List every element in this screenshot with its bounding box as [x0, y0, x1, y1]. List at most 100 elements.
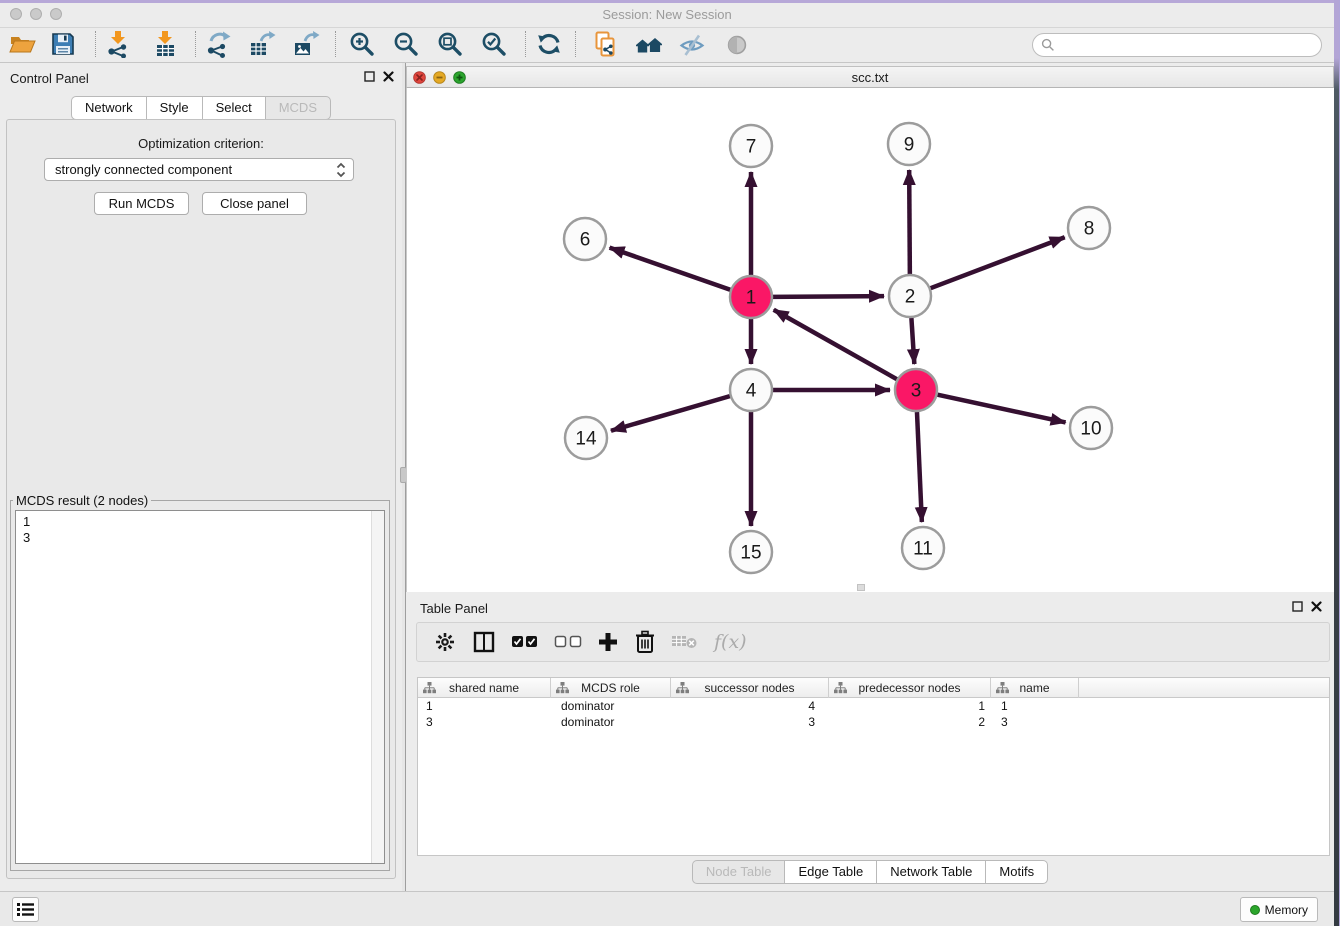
- graph-edge-3-11[interactable]: [917, 412, 922, 522]
- graph-edge-4-14[interactable]: [611, 396, 730, 431]
- application-window: Session: New Session: [0, 0, 1340, 926]
- graph-edge-2-9[interactable]: [909, 170, 910, 274]
- main-toolbar: [0, 28, 1334, 63]
- column-header-successor-nodes[interactable]: successor nodes: [671, 678, 829, 698]
- tab-style[interactable]: Style: [146, 96, 202, 120]
- float-table-panel-icon[interactable]: [1292, 601, 1303, 612]
- graph-edge-2-8[interactable]: [931, 237, 1065, 288]
- import-table-icon[interactable]: [151, 30, 179, 58]
- graph-node-8[interactable]: 8: [1068, 207, 1110, 249]
- graph-node-7[interactable]: 7: [730, 125, 772, 167]
- tab-edge-table[interactable]: Edge Table: [784, 860, 876, 884]
- tab-network-table[interactable]: Network Table: [876, 860, 985, 884]
- tab-select[interactable]: Select: [202, 96, 265, 120]
- node-table: shared name MCDS rolesuccessor nodes prede…: [417, 677, 1330, 856]
- add-column-icon[interactable]: [597, 628, 619, 656]
- close-table-panel-icon[interactable]: [1311, 601, 1322, 612]
- zoom-selected-icon[interactable]: [480, 30, 508, 58]
- table-row[interactable]: 1dominator411: [418, 698, 1329, 714]
- table-cell[interactable]: 1: [991, 698, 1079, 714]
- optimization-criterion-select[interactable]: strongly connected component: [44, 158, 354, 181]
- refresh-icon[interactable]: [535, 30, 563, 58]
- graph-edge-1-6[interactable]: [610, 248, 731, 290]
- column-header-label: predecessor nodes: [858, 681, 960, 695]
- float-panel-icon[interactable]: [364, 71, 375, 82]
- table-cell[interactable]: 3: [418, 714, 551, 730]
- graph-node-label: 8: [1084, 219, 1095, 240]
- result-scrollbar[interactable]: [371, 511, 384, 863]
- column-header-label: shared name: [449, 681, 519, 695]
- delete-table-icon[interactable]: [671, 628, 699, 656]
- task-history-button[interactable]: [12, 897, 39, 922]
- graph-node-14[interactable]: 14: [565, 417, 607, 459]
- import-network-icon[interactable]: [104, 30, 132, 58]
- tab-network[interactable]: Network: [71, 96, 146, 120]
- graph-node-10[interactable]: 10: [1070, 407, 1112, 449]
- table-cell[interactable]: 1: [418, 698, 551, 714]
- graph-node-2[interactable]: 2: [889, 275, 931, 317]
- canvas-resize-handle[interactable]: [857, 584, 865, 591]
- control-panel: Control Panel NetworkStyleSelectMCDS Opt…: [0, 63, 402, 891]
- graph-edge-3-1[interactable]: [774, 310, 897, 379]
- graph-node-3[interactable]: 3: [895, 369, 937, 411]
- export-table-icon[interactable]: [248, 30, 276, 58]
- open-folder-icon[interactable]: [8, 30, 36, 58]
- home-icon[interactable]: [635, 30, 663, 58]
- network-graph[interactable]: 7 9 6 8 1 2 4 3 14 10 15 11: [407, 88, 1335, 592]
- save-icon[interactable]: [49, 30, 77, 58]
- graph-node-11[interactable]: 11: [902, 527, 944, 569]
- memory-button[interactable]: Memory: [1240, 897, 1318, 922]
- zoom-fit-icon[interactable]: [436, 30, 464, 58]
- graph-node-6[interactable]: 6: [564, 218, 606, 260]
- graph-edge-3-10[interactable]: [937, 395, 1065, 423]
- search-box[interactable]: [1032, 33, 1322, 57]
- network-canvas[interactable]: 7 9 6 8 1 2 4 3 14 10 15 11: [406, 88, 1334, 592]
- close-panel-icon[interactable]: [383, 71, 394, 82]
- graph-node-label: 1: [746, 288, 757, 309]
- memory-label: Memory: [1265, 903, 1308, 917]
- network-window-titlebar[interactable]: scc.txt: [406, 66, 1334, 88]
- column-header-shared-name[interactable]: shared name: [418, 678, 551, 698]
- function-builder-icon[interactable]: f(x): [714, 628, 747, 656]
- table-cell[interactable]: 3: [991, 714, 1079, 730]
- table-cell[interactable]: 2: [829, 714, 991, 730]
- tab-node-table[interactable]: Node Table: [692, 860, 785, 884]
- graph-node-1[interactable]: 1: [730, 276, 772, 318]
- mcds-result-box[interactable]: 1 3: [15, 510, 385, 864]
- clone-network-icon[interactable]: [592, 30, 620, 58]
- table-cell[interactable]: dominator: [551, 714, 671, 730]
- hide-details-icon[interactable]: [678, 30, 706, 58]
- window-title: Session: New Session: [0, 7, 1334, 22]
- table-cell[interactable]: dominator: [551, 698, 671, 714]
- show-details-icon[interactable]: [723, 30, 751, 58]
- split-panel-icon[interactable]: [472, 628, 496, 656]
- table-cell[interactable]: 3: [671, 714, 829, 730]
- table-body: 1dominator4113dominator323: [418, 698, 1329, 730]
- gear-icon[interactable]: [433, 628, 457, 656]
- select-all-icon[interactable]: [511, 628, 539, 656]
- table-cell[interactable]: 1: [829, 698, 991, 714]
- zoom-out-icon[interactable]: [392, 30, 420, 58]
- graph-node-4[interactable]: 4: [730, 369, 772, 411]
- graph-node-15[interactable]: 15: [730, 531, 772, 573]
- graph-edge-1-2[interactable]: [773, 296, 884, 297]
- export-network-icon[interactable]: [204, 30, 232, 58]
- column-header-name[interactable]: name: [991, 678, 1079, 698]
- desktop-edge-right: [1334, 0, 1340, 926]
- tab-mcds[interactable]: MCDS: [265, 96, 331, 120]
- delete-column-icon[interactable]: [634, 628, 656, 656]
- graph-node-9[interactable]: 9: [888, 123, 930, 165]
- zoom-in-icon[interactable]: [348, 30, 376, 58]
- graph-node-label: 10: [1080, 419, 1101, 440]
- graph-edge-2-3[interactable]: [911, 318, 914, 364]
- deselect-all-icon[interactable]: [554, 628, 582, 656]
- column-header-predecessor-nodes[interactable]: predecessor nodes: [829, 678, 991, 698]
- export-image-icon[interactable]: [292, 30, 320, 58]
- tab-motifs[interactable]: Motifs: [985, 860, 1048, 884]
- table-row[interactable]: 3dominator323: [418, 714, 1329, 730]
- close-panel-button[interactable]: Close panel: [202, 192, 307, 215]
- column-header-mcds-role[interactable]: MCDS role: [551, 678, 671, 698]
- run-mcds-button[interactable]: Run MCDS: [94, 192, 189, 215]
- search-input[interactable]: [1055, 38, 1321, 52]
- table-cell[interactable]: 4: [671, 698, 829, 714]
